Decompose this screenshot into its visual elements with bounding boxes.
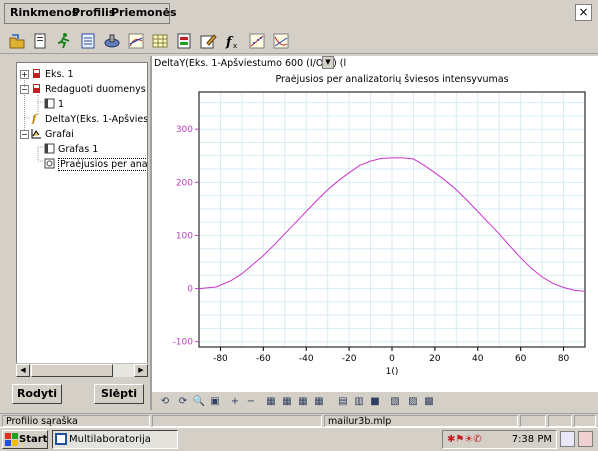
document-icon[interactable] [29, 30, 51, 51]
run-icon[interactable] [53, 30, 75, 51]
undo-zoom-icon[interactable]: ⟲ [158, 395, 172, 409]
tree-item-label: Grafas 1 [58, 144, 99, 155]
menu-priemones[interactable]: Priemonės [111, 6, 177, 19]
tree-item-label: Redaguoti duomenys [45, 84, 146, 95]
y-tick-label: 100 [176, 231, 193, 241]
x-axis-label: 1() [386, 367, 399, 377]
zoom-box-icon[interactable]: ▣ [208, 395, 222, 409]
meter-icon[interactable] [173, 30, 195, 51]
fill-icon[interactable]: ■ [368, 395, 382, 409]
open-icon[interactable] [6, 30, 28, 51]
x-tick-label: -40 [299, 354, 314, 364]
statistics-icon[interactable]: ▨ [406, 395, 420, 409]
status-cell-a [520, 415, 546, 427]
tree-item-data-set[interactable]: 1 [44, 98, 64, 112]
x-tick-label: -20 [342, 354, 357, 364]
table-view-icon[interactable]: ▤ [336, 395, 350, 409]
desktop-icon[interactable] [560, 431, 575, 447]
zoom-out-icon[interactable]: − [244, 395, 258, 409]
taskbar-app-label: Multilaboratorija [69, 434, 151, 445]
status-cell-c [574, 415, 596, 427]
start-button[interactable]: Start [2, 430, 48, 449]
graph-icon[interactable] [125, 30, 147, 51]
annotation-icon[interactable]: ▧ [388, 395, 402, 409]
taskbar: Start Multilaboratorija ✱⚑☀✆ 7:38 PM [0, 427, 598, 451]
hide-button[interactable]: Slėpti [94, 384, 144, 404]
app-icon [55, 433, 67, 445]
x-tick-label: 20 [429, 354, 441, 364]
series-select[interactable]: DeltaY(Eks. 1-Apšviestumo 600 (I/O-1) (l [154, 57, 346, 70]
tree-item-label: Grafai [45, 129, 74, 140]
status-filename: mailur3b.mlp [324, 415, 518, 427]
clock[interactable]: 7:38 PM [512, 434, 552, 445]
cursor-4-icon[interactable]: ▦ [312, 395, 326, 409]
tree-item-intensity-graph[interactable]: Praėjusios per analiza [44, 158, 147, 172]
close-button[interactable]: × [575, 4, 592, 21]
cursor-2-icon[interactable]: ▦ [280, 395, 294, 409]
cursor-icon[interactable]: ▦ [264, 395, 278, 409]
status-cell-b [548, 415, 572, 427]
menu-rinkmenos[interactable]: Rinkmenos [10, 6, 78, 19]
export-icon[interactable]: ▩ [422, 395, 436, 409]
sensor-icon[interactable] [101, 30, 123, 51]
tray-icons[interactable]: ✱⚑☀✆ [447, 434, 482, 445]
status-bar: Profilio sąraška mailur3b.mlp [0, 413, 598, 427]
marker-icon[interactable]: ▥ [352, 395, 366, 409]
x-tick-label: 0 [389, 354, 395, 364]
menu-profilis[interactable]: Profilis [72, 6, 115, 19]
main-toolbar: fx [0, 28, 598, 54]
redo-zoom-icon[interactable]: ⟳ [176, 395, 190, 409]
x-tick-label: 60 [515, 354, 527, 364]
intensity-chart: Praėjusios per analizatorių šviesos inte… [173, 74, 586, 377]
y-tick-label: -100 [173, 338, 194, 348]
x-tick-label: 80 [558, 354, 570, 364]
tree-horizontal-scrollbar[interactable]: ◀ ▶ [16, 363, 148, 377]
tree-item-label: 1 [58, 99, 65, 110]
x-tick-label: -60 [256, 354, 271, 364]
windows-logo-icon [5, 433, 18, 446]
status-empty [152, 415, 322, 427]
table-icon[interactable] [149, 30, 171, 51]
tree-item-function[interactable]: f DeltaY(Eks. 1-Apšviestu [31, 113, 148, 127]
chevron-down-icon[interactable]: ▼ [322, 56, 334, 69]
profile-tree[interactable]: + Eks. 1 − Redaguoti duomenys 1 f DeltaY(Ek… [16, 62, 148, 374]
function-icon[interactable]: fx [222, 30, 244, 51]
chart-title: Praėjusios per analizatorių šviesos inte… [275, 74, 508, 85]
scroll-left-arrow-icon[interactable]: ◀ [16, 364, 30, 377]
menu-bar: Rinkmenos Profilis Priemonės × [0, 0, 598, 28]
x-tick-label: 40 [472, 354, 484, 364]
show-button[interactable]: Rodyti [12, 384, 62, 404]
status-profile-list: Profilio sąraška [2, 415, 150, 427]
graph-view: Praėjusios per analizatorių šviesos inte… [152, 56, 598, 410]
zoom-in-icon[interactable]: + [228, 395, 242, 409]
tree-item-graph-1[interactable]: Grafas 1 [44, 143, 98, 157]
cursor-3-icon[interactable]: ▦ [296, 395, 310, 409]
edit-icon[interactable] [197, 30, 219, 51]
system-tray: ✱⚑☀✆ 7:38 PM [442, 430, 557, 449]
x-tick-label: -80 [213, 354, 228, 364]
tree-item-label: Eks. 1 [45, 69, 74, 80]
tree-item-label: DeltaY(Eks. 1-Apšviestu [45, 114, 148, 125]
tree-item-label: Praėjusios per analiza [58, 158, 147, 171]
y-tick-label: 200 [176, 178, 193, 188]
zoom-icon[interactable]: 🔍 [192, 395, 206, 409]
taskbar-app-button[interactable]: Multilaboratorija [52, 430, 178, 449]
quick-launch-icon[interactable] [578, 431, 593, 447]
scroll-right-arrow-icon[interactable]: ▶ [134, 364, 148, 377]
svg-text:x: x [233, 42, 237, 50]
y-tick-label: 300 [176, 125, 193, 135]
start-label: Start [19, 434, 48, 445]
tangent-icon[interactable] [270, 30, 292, 51]
profile-panel: + Eks. 1 − Redaguoti duomenys 1 f DeltaY(Ek… [6, 58, 148, 406]
tree-lines [24, 80, 43, 162]
fit-icon[interactable] [246, 30, 268, 51]
scroll-thumb[interactable] [31, 364, 113, 377]
y-tick-label: 0 [187, 285, 193, 295]
list-icon[interactable] [77, 30, 99, 51]
graph-toolbar: ⟲ ⟳ 🔍 ▣ + − ▦ ▦ ▦ ▦ ▤ ▥ ■ ▧ ▨ ▩ [152, 392, 598, 412]
